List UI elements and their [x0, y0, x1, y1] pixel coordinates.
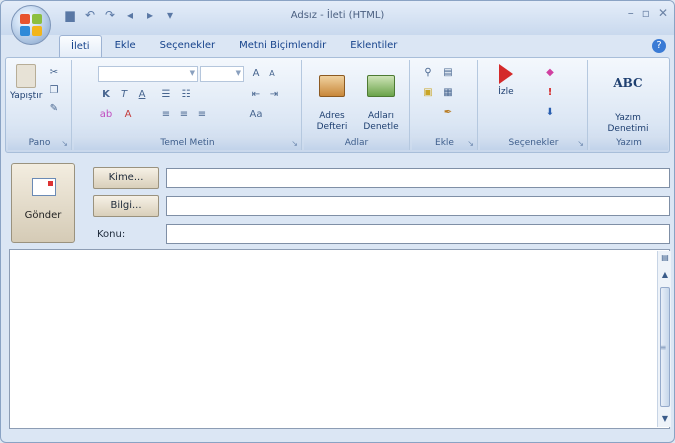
office-logo-icon	[20, 14, 42, 36]
window-title: Adsız - İleti (HTML)	[290, 10, 385, 21]
paste-button[interactable]: Yapıştır	[10, 64, 42, 102]
dialog-launcher-icon[interactable]: ↘	[577, 139, 584, 148]
tab-ekle[interactable]: Ekle	[104, 35, 147, 57]
align-center-icon[interactable]: ≡	[176, 108, 192, 122]
calendar-icon[interactable]: ▦	[440, 86, 456, 100]
tab-metni-bicimlendir[interactable]: Metni Biçimlendir	[228, 35, 337, 57]
group-temel-metin: ▼ ▼ A A K T A ☰ ☷ ⇤ ⇥ ab A ≡ ≡ ≡ Aa Teme…	[74, 60, 302, 150]
clipboard-icon	[16, 64, 36, 88]
send-label: Gönder	[24, 210, 62, 221]
align-left-icon[interactable]: ≡	[158, 108, 174, 122]
group-pano: Yapıştır ✂ ❐ ✎ Pano ↘	[8, 60, 72, 150]
help-icon[interactable]: ?	[652, 39, 666, 53]
dialog-launcher-icon[interactable]: ↘	[61, 139, 68, 148]
address-book-label: Adres Defteri	[316, 111, 348, 132]
dialog-launcher-icon[interactable]: ↘	[467, 139, 474, 148]
check-names-button[interactable]: Adları Denetle	[358, 64, 404, 133]
ruler-toggle-icon[interactable]: ▤	[659, 252, 671, 264]
attach-item-icon[interactable]: ▤	[440, 66, 456, 80]
spelling-button[interactable]: ABC Yazım Denetimi	[598, 64, 658, 135]
scroll-grip-icon: ≡	[659, 343, 667, 352]
cc-field[interactable]	[166, 196, 670, 216]
underline-button[interactable]: A	[134, 88, 150, 102]
maximize-icon[interactable]: ▫	[642, 6, 650, 20]
to-button[interactable]: Kime...	[93, 167, 159, 189]
group-yazim: ABC Yazım Denetimi Yazım	[590, 60, 668, 150]
tab-eklentiler[interactable]: Eklentiler	[339, 35, 408, 57]
decrease-indent-icon[interactable]: ⇤	[248, 88, 264, 102]
styles-icon[interactable]: Aa	[248, 108, 264, 122]
vertical-scrollbar[interactable]: ▤ ▲ ≡ ▼	[657, 251, 671, 427]
follow-up-label: İzle	[498, 87, 514, 97]
outlook-message-window: ▆ ↶ ↷ ◂ ▸ ▾ Adsız - İleti (HTML) – ▫ ✕ İ…	[0, 0, 675, 443]
ribbon-tabs: İleti Ekle Seçenekler Metni Biçimlendir …	[59, 35, 408, 57]
minimize-icon[interactable]: –	[628, 6, 634, 20]
group-label-yazim: Yazım	[590, 136, 668, 150]
group-label-secenekler: Seçenekler	[480, 136, 587, 150]
group-label-adlar: Adlar	[304, 136, 409, 150]
italic-button[interactable]: T	[116, 88, 132, 102]
bullets-icon[interactable]: ☰	[158, 88, 174, 102]
dialog-launcher-icon[interactable]: ↘	[291, 139, 298, 148]
cc-button[interactable]: Bilgi...	[93, 195, 159, 217]
scroll-up-icon[interactable]: ▲	[659, 269, 671, 281]
font-name-select[interactable]: ▼	[98, 66, 198, 82]
follow-up-button[interactable]: İzle	[486, 64, 526, 98]
signature-icon[interactable]: ✒	[440, 106, 456, 120]
check-names-icon	[367, 75, 395, 97]
paste-label: Yapıştır	[10, 91, 43, 101]
group-label-temel-metin: Temel Metin	[74, 136, 301, 150]
message-body[interactable]	[9, 249, 670, 429]
shrink-font-button[interactable]: A	[264, 67, 280, 81]
address-book-button[interactable]: Adres Defteri	[310, 64, 354, 133]
increase-indent-icon[interactable]: ⇥	[266, 88, 282, 102]
tab-ileti[interactable]: İleti	[59, 35, 102, 57]
flag-icon	[499, 64, 513, 84]
group-ekle: ⚲ ▤ ▣ ▦ ✒ Ekle ↘	[412, 60, 478, 150]
copy-icon[interactable]: ❐	[46, 84, 62, 98]
address-book-icon	[319, 75, 345, 97]
bold-button[interactable]: K	[98, 88, 114, 102]
font-size-select[interactable]: ▼	[200, 66, 244, 82]
align-right-icon[interactable]: ≡	[194, 108, 210, 122]
tab-secenekler[interactable]: Seçenekler	[149, 35, 226, 57]
font-color-icon[interactable]: A	[120, 108, 136, 122]
group-adlar: Adres Defteri Adları Denetle Adlar	[304, 60, 410, 150]
window-controls: – ▫ ✕	[628, 6, 668, 20]
highlight-icon[interactable]: ab	[98, 108, 114, 122]
cut-icon[interactable]: ✂	[46, 66, 62, 80]
low-importance-icon[interactable]: ⬇	[542, 106, 558, 120]
send-button[interactable]: Gönder	[11, 163, 75, 243]
title-bar: ▆ ↶ ↷ ◂ ▸ ▾ Adsız - İleti (HTML) – ▫ ✕	[1, 1, 674, 45]
check-names-label: Adları Denetle	[363, 111, 399, 132]
close-icon[interactable]: ✕	[658, 6, 668, 20]
subject-label: Konu:	[97, 229, 126, 240]
to-field[interactable]	[166, 168, 670, 188]
group-secenekler: İzle ◆ ! ⬇ Seçenekler ↘	[480, 60, 588, 150]
envelope-icon	[32, 178, 56, 196]
high-importance-icon[interactable]: !	[542, 86, 558, 100]
scroll-down-icon[interactable]: ▼	[659, 413, 671, 425]
numbering-icon[interactable]: ☷	[178, 88, 194, 102]
business-card-icon[interactable]: ▣	[420, 86, 436, 100]
format-painter-icon[interactable]: ✎	[46, 102, 62, 116]
subject-field[interactable]	[166, 224, 670, 244]
office-button[interactable]	[11, 5, 51, 45]
attach-file-icon[interactable]: ⚲	[420, 66, 436, 80]
ribbon: Yapıştır ✂ ❐ ✎ Pano ↘ ▼ ▼ A A K T A ☰ ☷ …	[5, 57, 670, 153]
categorize-icon[interactable]: ◆	[542, 66, 558, 80]
spelling-abc-icon: ABC	[613, 76, 643, 90]
grow-font-button[interactable]: A	[248, 67, 264, 81]
spelling-label: Yazım Denetimi	[607, 113, 649, 134]
